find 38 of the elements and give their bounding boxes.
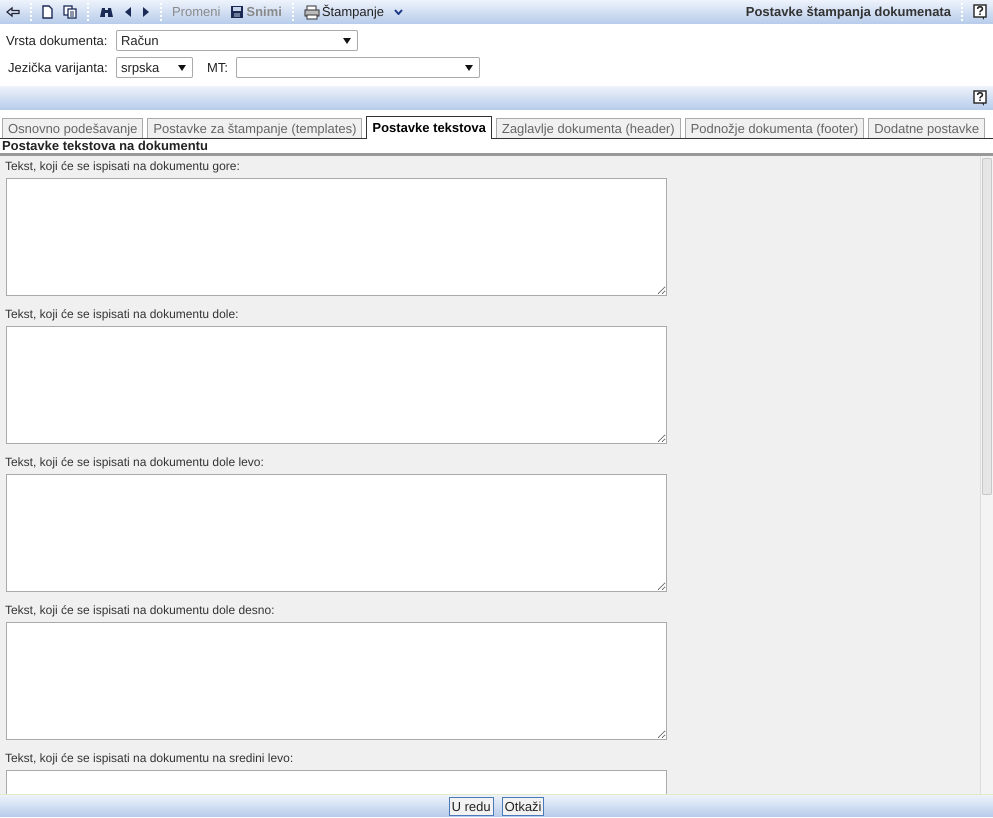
ok-button[interactable]: U redu [448,796,494,816]
left-arrow-icon[interactable] [124,6,132,18]
field-label: Tekst, koji će se ispisati na dokumentu dole levo: [5,455,265,469]
dropdown-arrow-icon [178,64,186,70]
text-area-field[interactable] [6,622,667,740]
tab[interactable]: Dodatne postavke [868,118,986,138]
text-area-field[interactable] [6,178,667,296]
back-arrow-icon[interactable] [6,6,20,18]
field-label: Vrsta dokumenta: [6,32,108,50]
document-icon[interactable] [42,5,53,19]
save-icon [230,5,244,19]
field-label: Tekst, koji će se ispisati na dokumentu gore: [5,159,241,173]
help-icon[interactable] [973,4,987,20]
document-type-select[interactable]: Račun [116,30,358,51]
window-title: Postavke štampanja dokumenata [746,3,951,22]
help-icon[interactable] [973,90,987,106]
text-area-field[interactable] [6,474,667,592]
tab[interactable]: Osnovno podešavanje [2,118,144,138]
language-select[interactable]: srpska [116,57,193,78]
tab[interactable]: Zaglavlje dokumenta (header) [496,118,681,138]
field-label: Tekst, koji će se ispisati na dokumentu na sredini levo: [5,751,294,765]
field-label: Tekst, koji će se ispisati na dokumentu dole: [5,307,240,321]
copy-icon[interactable] [63,5,77,19]
tab[interactable]: Postavke za štampanje (templates) [147,118,362,138]
field-label: Jezička varijanta: [7,58,108,77]
caret-down-icon [394,9,403,15]
tab[interactable]: Postavke tekstova [366,116,492,139]
printer-icon [304,4,320,20]
print-button[interactable]: Štampanje [304,2,403,22]
right-arrow-icon[interactable] [142,6,150,18]
field-label: MT: [207,58,228,77]
field-label: Tekst, koji će se ispisati na dokumentu dole desno: [5,603,276,617]
text-area-field[interactable] [6,326,667,444]
cancel-button[interactable]: Otkaži [502,796,544,816]
scrollbar[interactable] [980,156,993,794]
dropdown-arrow-icon [464,64,473,70]
tab[interactable]: Podnožje dokumenta (footer) [684,118,864,138]
dropdown-arrow-icon [343,38,351,44]
